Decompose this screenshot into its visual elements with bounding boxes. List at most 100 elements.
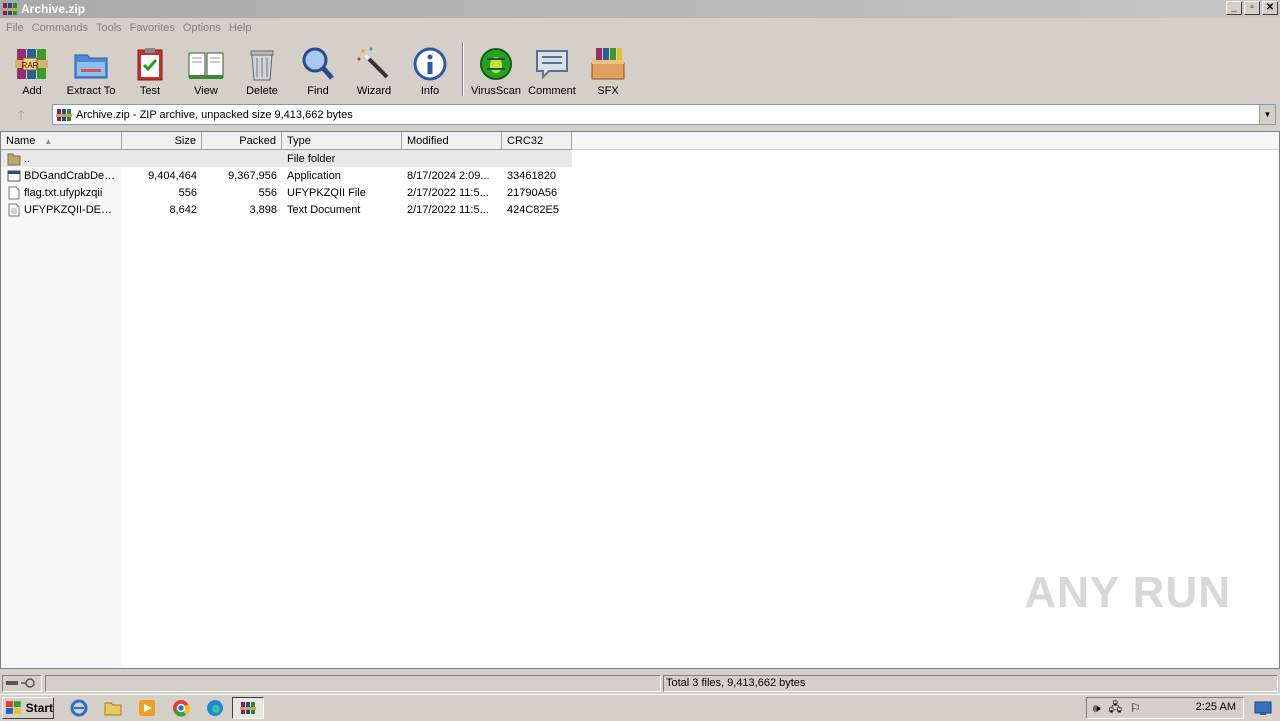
comment-button[interactable]: Comment xyxy=(524,40,580,98)
file-packed: 556 xyxy=(258,186,277,199)
menu-bar: File Commands Tools Favorites Options He… xyxy=(0,18,1280,38)
virusscan-button[interactable]: VirusScan xyxy=(468,40,524,98)
drive-key-icon xyxy=(6,678,35,688)
network-icon[interactable]: 🖧 xyxy=(1109,698,1122,719)
file-name: flag.txt.ufypkzqii xyxy=(24,186,103,199)
status-bar: Total 3 files, 9,413,662 bytes xyxy=(0,673,1280,693)
info-icon xyxy=(413,47,447,81)
column-header-packed[interactable]: Packed xyxy=(202,132,282,150)
file-crc: 33461820 xyxy=(507,169,556,182)
add-button[interactable]: RAR Add xyxy=(4,40,60,98)
address-field[interactable]: Archive.zip - ZIP archive, unpacked size… xyxy=(52,104,1276,125)
flag-icon[interactable]: ⚐ xyxy=(1130,701,1141,715)
title-bar: Archive.zip _ ▫ ✕ xyxy=(0,0,1280,18)
folder-icon xyxy=(7,153,21,165)
chrome-icon[interactable] xyxy=(172,699,190,717)
taskbar: Start 🕪 🖧 ⚐ 2:25 AM xyxy=(0,694,1280,720)
column-header-name[interactable]: Name ▲ xyxy=(1,132,122,150)
svg-text:RAR: RAR xyxy=(22,61,39,70)
file-type: UFYPKZQII File xyxy=(287,186,366,199)
start-button[interactable]: Start xyxy=(2,697,54,719)
file-modified: 2/17/2022 11:5... xyxy=(407,186,489,199)
clock: 2:25 AM xyxy=(1195,701,1236,713)
show-desktop-icon[interactable] xyxy=(1254,700,1272,716)
windows-logo-icon xyxy=(5,701,21,714)
column-header-type[interactable]: Type xyxy=(282,132,402,150)
file-packed: 3,898 xyxy=(249,203,277,216)
file-size: 8,642 xyxy=(169,203,197,216)
extract-folder-icon xyxy=(74,54,108,79)
test-clipboard-icon xyxy=(137,48,163,81)
column-header-size[interactable]: Size xyxy=(122,132,202,150)
application-icon xyxy=(7,170,21,181)
menu-commands[interactable]: Commands xyxy=(32,22,88,34)
comment-icon xyxy=(536,50,568,80)
file-crc: 21790A56 xyxy=(507,186,558,199)
window-title: Archive.zip xyxy=(21,2,86,16)
text-document-icon xyxy=(8,203,20,216)
file-name: .. xyxy=(24,152,31,165)
test-button[interactable]: Test xyxy=(122,40,178,98)
sort-ascending-icon: ▲ xyxy=(44,137,53,146)
up-folder-button[interactable]: 🡑 xyxy=(6,104,36,126)
taskbar-winrar-button[interactable] xyxy=(232,697,264,719)
file-packed: 9,367,956 xyxy=(228,169,277,182)
file-crc: 424C82E5 xyxy=(507,203,559,216)
sfx-box-icon xyxy=(591,48,625,80)
minimize-button[interactable]: _ xyxy=(1226,1,1242,15)
magnifier-icon xyxy=(302,47,334,80)
toolbar: RAR Add Extract To Test View Delete Find… xyxy=(4,40,636,98)
column-header-modified[interactable]: Modified xyxy=(402,132,502,150)
file-size: 556 xyxy=(178,186,197,199)
edge-icon[interactable] xyxy=(206,699,224,717)
restore-button[interactable]: ▫ xyxy=(1244,1,1260,15)
toolbar-separator xyxy=(462,42,464,96)
winrar-archive-icon xyxy=(56,108,72,121)
anyrun-watermark: ANY RUN xyxy=(1024,568,1231,617)
file-name: BDGandCrabDecr... xyxy=(24,169,117,182)
sfx-button[interactable]: SFX xyxy=(580,40,636,98)
address-bar: 🡑 Archive.zip - ZIP archive, unpacked si… xyxy=(0,102,1280,128)
status-selection xyxy=(45,675,661,692)
find-button[interactable]: Find xyxy=(290,40,346,98)
menu-options[interactable]: Options xyxy=(183,22,221,34)
menu-tools[interactable]: Tools xyxy=(96,22,122,34)
internet-explorer-icon[interactable] xyxy=(70,699,88,717)
file-modified: 8/17/2024 2:09... xyxy=(407,169,490,182)
winrar-app-icon xyxy=(2,3,18,15)
file-size: 9,404,464 xyxy=(148,169,197,182)
add-archive-icon: RAR xyxy=(15,49,48,79)
trash-icon xyxy=(250,50,274,81)
file-explorer-icon[interactable] xyxy=(104,699,122,717)
info-button[interactable]: Info xyxy=(402,40,458,98)
drive-status-icons xyxy=(2,675,42,692)
winrar-taskbar-icon xyxy=(240,702,256,714)
file-name: UFYPKZQII-DECR... xyxy=(24,203,117,216)
magic-wand-icon xyxy=(357,47,389,79)
table-row[interactable]: .. File folder xyxy=(1,150,572,167)
speaker-icon[interactable]: 🕪 xyxy=(1093,701,1101,716)
column-header-crc32[interactable]: CRC32 xyxy=(502,132,572,150)
address-dropdown-button[interactable]: ▼ xyxy=(1259,105,1275,124)
table-row[interactable]: BDGandCrabDecr... 9,404,464 9,367,956 Ap… xyxy=(1,167,572,184)
virus-bug-icon xyxy=(480,48,512,80)
status-total: Total 3 files, 9,413,662 bytes xyxy=(663,675,1278,692)
file-type: File folder xyxy=(287,152,336,165)
wizard-button[interactable]: Wizard xyxy=(346,40,402,98)
menu-help[interactable]: Help xyxy=(229,22,252,34)
extract-to-button[interactable]: Extract To xyxy=(60,40,122,98)
close-button[interactable]: ✕ xyxy=(1262,1,1278,15)
file-type: Application xyxy=(287,169,341,182)
delete-button[interactable]: Delete xyxy=(234,40,290,98)
table-row[interactable]: flag.txt.ufypkzqii 556 556 UFYPKZQII Fil… xyxy=(1,184,572,201)
view-button[interactable]: View xyxy=(178,40,234,98)
menu-file[interactable]: File xyxy=(6,22,24,34)
file-list: Name ▲ Size Packed Type Modified CRC32 .… xyxy=(0,131,1280,669)
column-headers: Name ▲ Size Packed Type Modified CRC32 xyxy=(1,132,1279,150)
arrow-up-icon: 🡑 xyxy=(17,107,25,123)
file-modified: 2/17/2022 11:5... xyxy=(407,203,489,216)
view-book-icon xyxy=(188,52,224,79)
media-player-icon[interactable] xyxy=(138,699,156,717)
table-row[interactable]: UFYPKZQII-DECR... 8,642 3,898 Text Docum… xyxy=(1,201,572,218)
menu-favorites[interactable]: Favorites xyxy=(130,22,175,34)
